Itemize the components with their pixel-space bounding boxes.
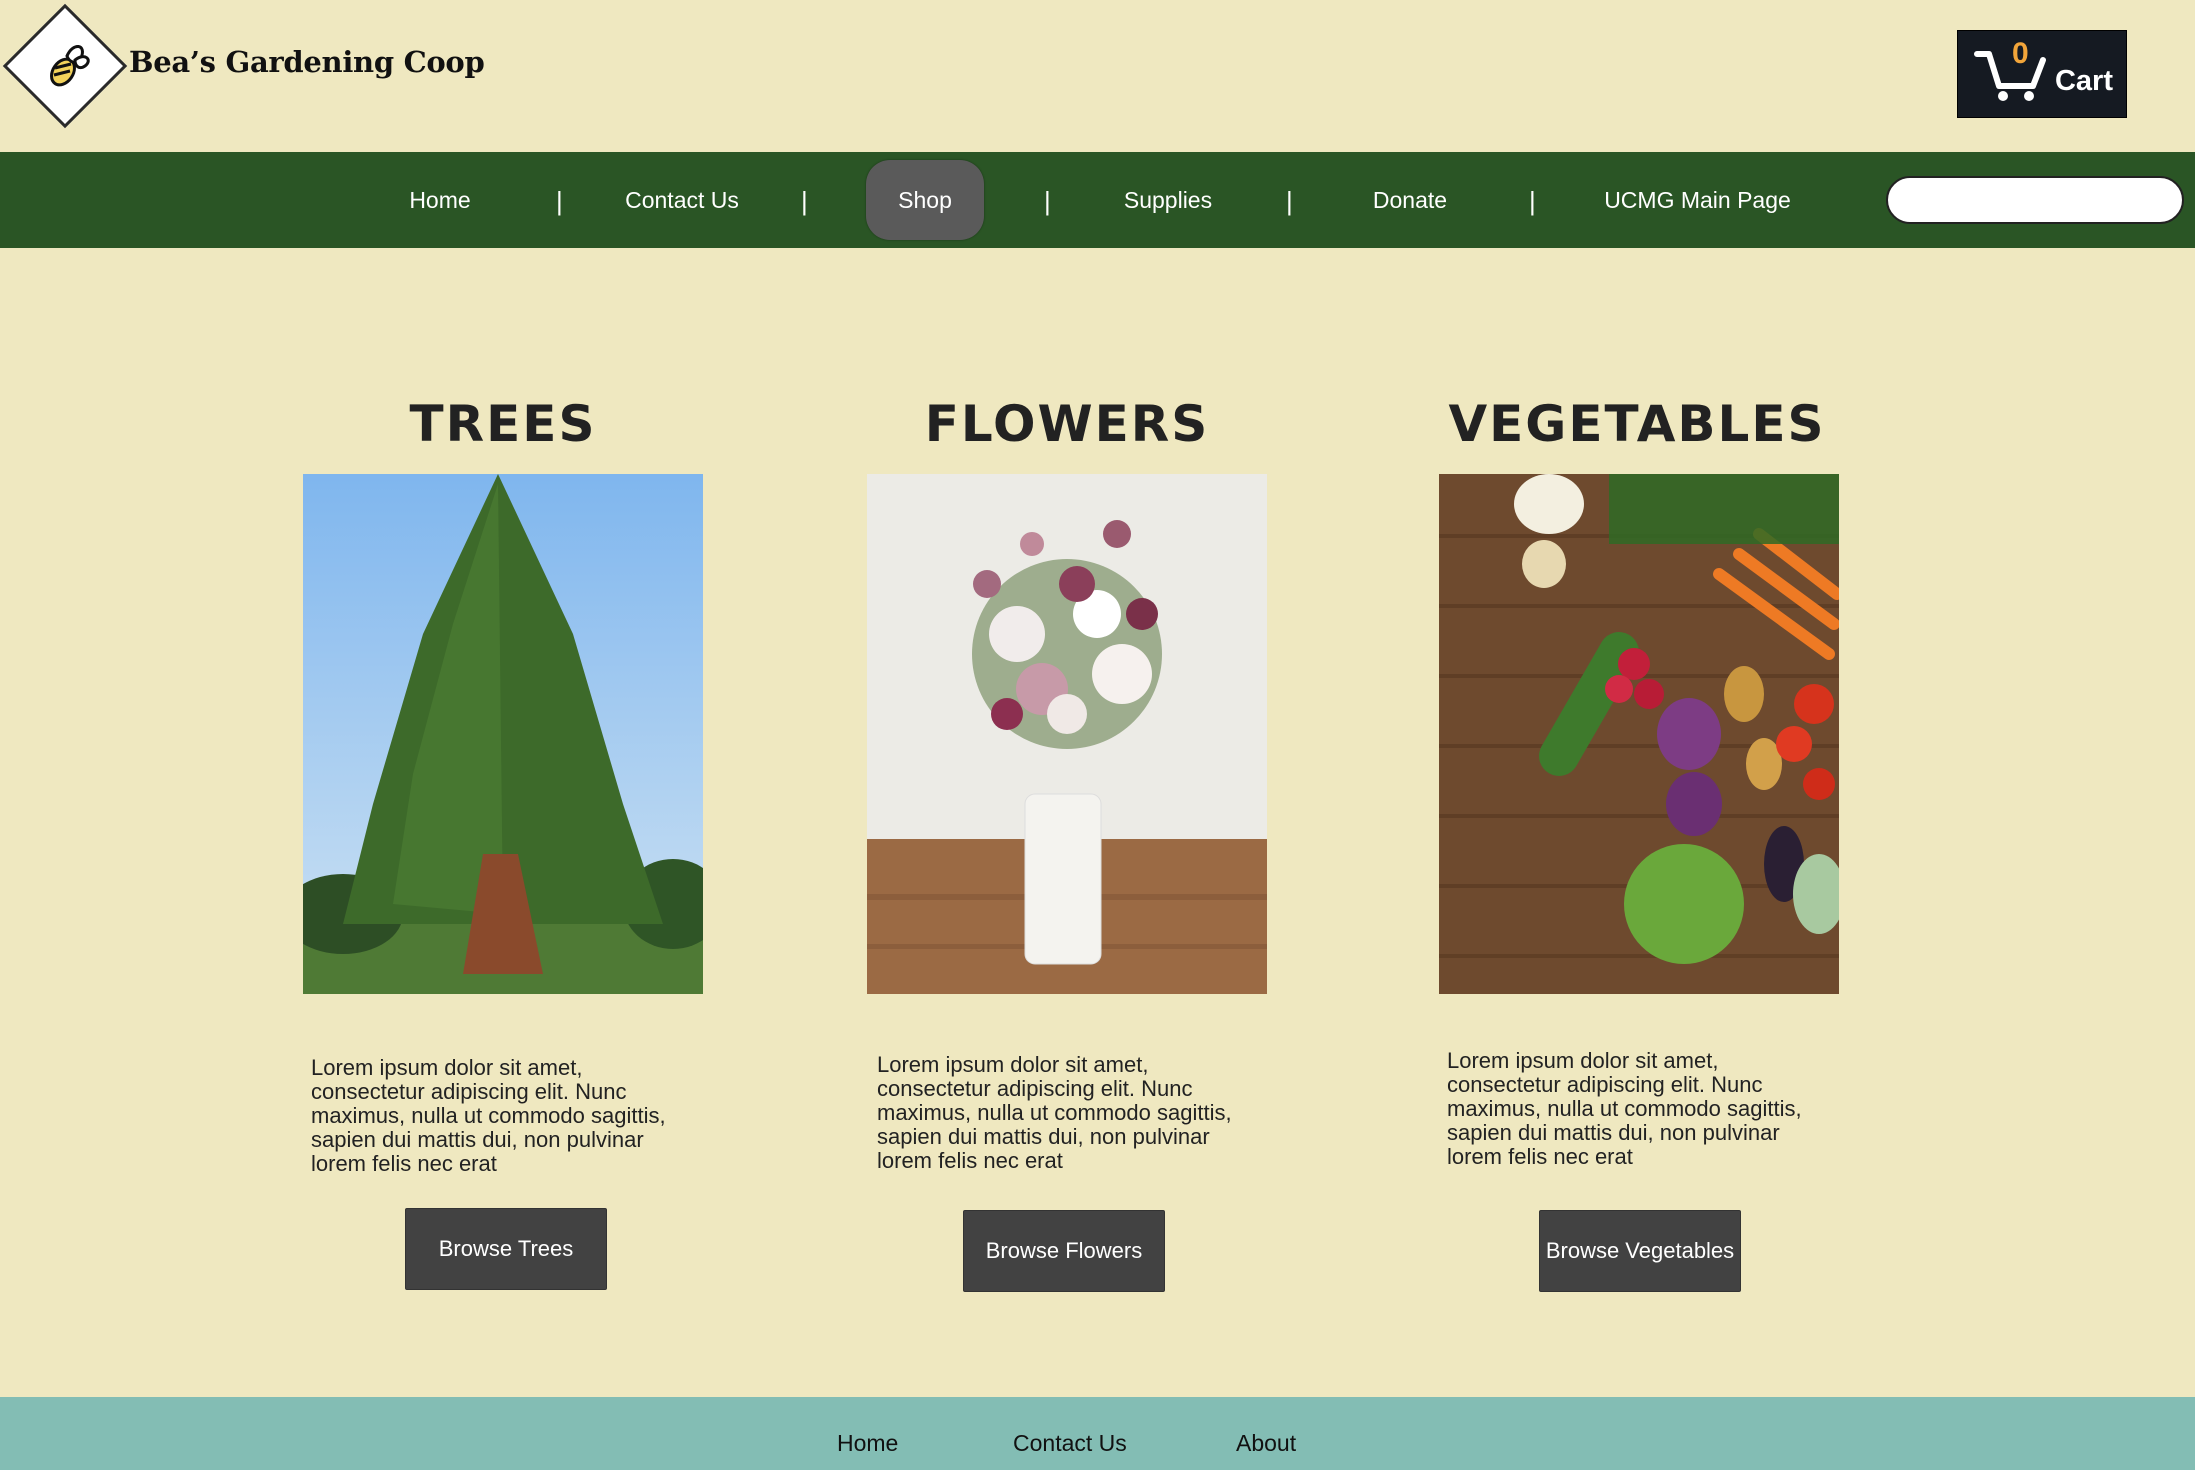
nav-label: Donate: [1372, 186, 1448, 213]
site-footer: Home Contact Us About: [0, 1397, 2195, 1470]
brand-logo[interactable]: Bea’s Gardening Coop: [2, 3, 485, 129]
browse-trees-button[interactable]: Browse Trees: [405, 1208, 607, 1290]
cart-label: Cart: [2054, 64, 2113, 97]
nav-label: UCMG Main Page: [1604, 186, 1791, 213]
site-header: Bea’s Gardening Coop 0 Cart: [0, 0, 2195, 152]
cart-icon: [1973, 51, 2046, 101]
browse-vegetables-button[interactable]: Browse Vegetables: [1539, 1210, 1741, 1292]
nav-item-shop[interactable]: Shop: [866, 152, 984, 248]
nav-item-contact-us[interactable]: Contact Us: [612, 152, 752, 248]
nav-item-ucmg-main-page[interactable]: UCMG Main Page: [1590, 152, 1805, 248]
nav-item-supplies[interactable]: Supplies: [1098, 152, 1238, 248]
nav-label: Contact Us: [625, 186, 739, 213]
cart-count: 0: [2012, 37, 2029, 70]
vegetables-image: [1439, 474, 1839, 994]
category-flowers: FLOWERS Lorem ipsum dolor sit amet, cons…: [857, 395, 1277, 1292]
cart-button[interactable]: 0 Cart: [1957, 30, 2127, 118]
main-nav: Home | Contact Us | Shop | Supplies | Do…: [0, 152, 2195, 248]
nav-separator: |: [1044, 186, 1051, 216]
search-box[interactable]: [1886, 176, 2184, 224]
category-title: TREES: [409, 395, 597, 453]
nav-separator: |: [1529, 186, 1536, 216]
footer-link-home[interactable]: Home: [837, 1430, 898, 1457]
flowers-image: [867, 474, 1267, 994]
brand-name: Bea’s Gardening Coop: [129, 44, 485, 79]
category-trees: TREES Lorem ipsum dolor sit amet, consec…: [293, 395, 713, 1290]
footer-link-about[interactable]: About: [1236, 1430, 1296, 1457]
category-description: Lorem ipsum dolor sit amet, consectetur …: [311, 1055, 666, 1176]
category-title: FLOWERS: [924, 395, 1210, 453]
category-description: Lorem ipsum dolor sit amet, consectetur …: [877, 1052, 1232, 1173]
footer-link-contact-us[interactable]: Contact Us: [1013, 1430, 1127, 1457]
trees-image: [303, 474, 703, 994]
nav-separator: |: [801, 186, 808, 216]
nav-separator: |: [556, 186, 563, 216]
browse-flowers-button[interactable]: Browse Flowers: [963, 1210, 1165, 1292]
nav-label: Home: [409, 186, 471, 213]
nav-label: Supplies: [1123, 186, 1213, 213]
category-vegetables: VEGETABLES Lorem ipsum dolor sit amet, c…: [1427, 395, 1847, 1292]
nav-item-donate[interactable]: Donate: [1340, 152, 1480, 248]
nav-item-home[interactable]: Home: [370, 152, 510, 248]
nav-separator: |: [1286, 186, 1293, 216]
nav-label: Shop: [866, 160, 984, 240]
category-description: Lorem ipsum dolor sit amet, consectetur …: [1447, 1048, 1802, 1169]
bee-logo-icon: [2, 3, 128, 129]
category-title: VEGETABLES: [1448, 395, 1826, 453]
search-input[interactable]: [1914, 187, 2183, 213]
